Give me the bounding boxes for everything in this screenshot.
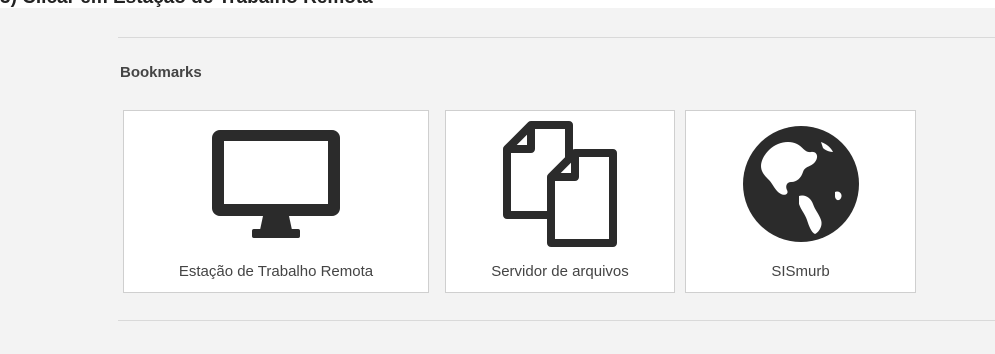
documents-icon (446, 119, 674, 249)
bookmark-label: SISmurb (771, 263, 830, 280)
document-caption-strip: 3) Clicar em Estação de Trabalho Remota (0, 0, 995, 8)
top-divider (118, 37, 995, 38)
bookmarks-panel: Bookmarks Estação de Trabalho Remota Ser… (8, 8, 995, 354)
bottom-divider (118, 320, 995, 321)
bookmark-label: Servidor de arquivos (491, 263, 629, 280)
globe-icon (686, 119, 915, 249)
bookmark-servidor-de-arquivos[interactable]: Servidor de arquivos (445, 110, 675, 293)
bookmark-label: Estação de Trabalho Remota (178, 263, 374, 280)
bookmark-sismurb[interactable]: SISmurb (685, 110, 916, 293)
document-caption: 3) Clicar em Estação de Trabalho Remota (0, 0, 373, 8)
bookmark-estacao-trabalho-remota[interactable]: Estação de Trabalho Remota (123, 110, 429, 293)
bookmarks-title: Bookmarks (120, 64, 202, 81)
monitor-icon (124, 119, 428, 249)
